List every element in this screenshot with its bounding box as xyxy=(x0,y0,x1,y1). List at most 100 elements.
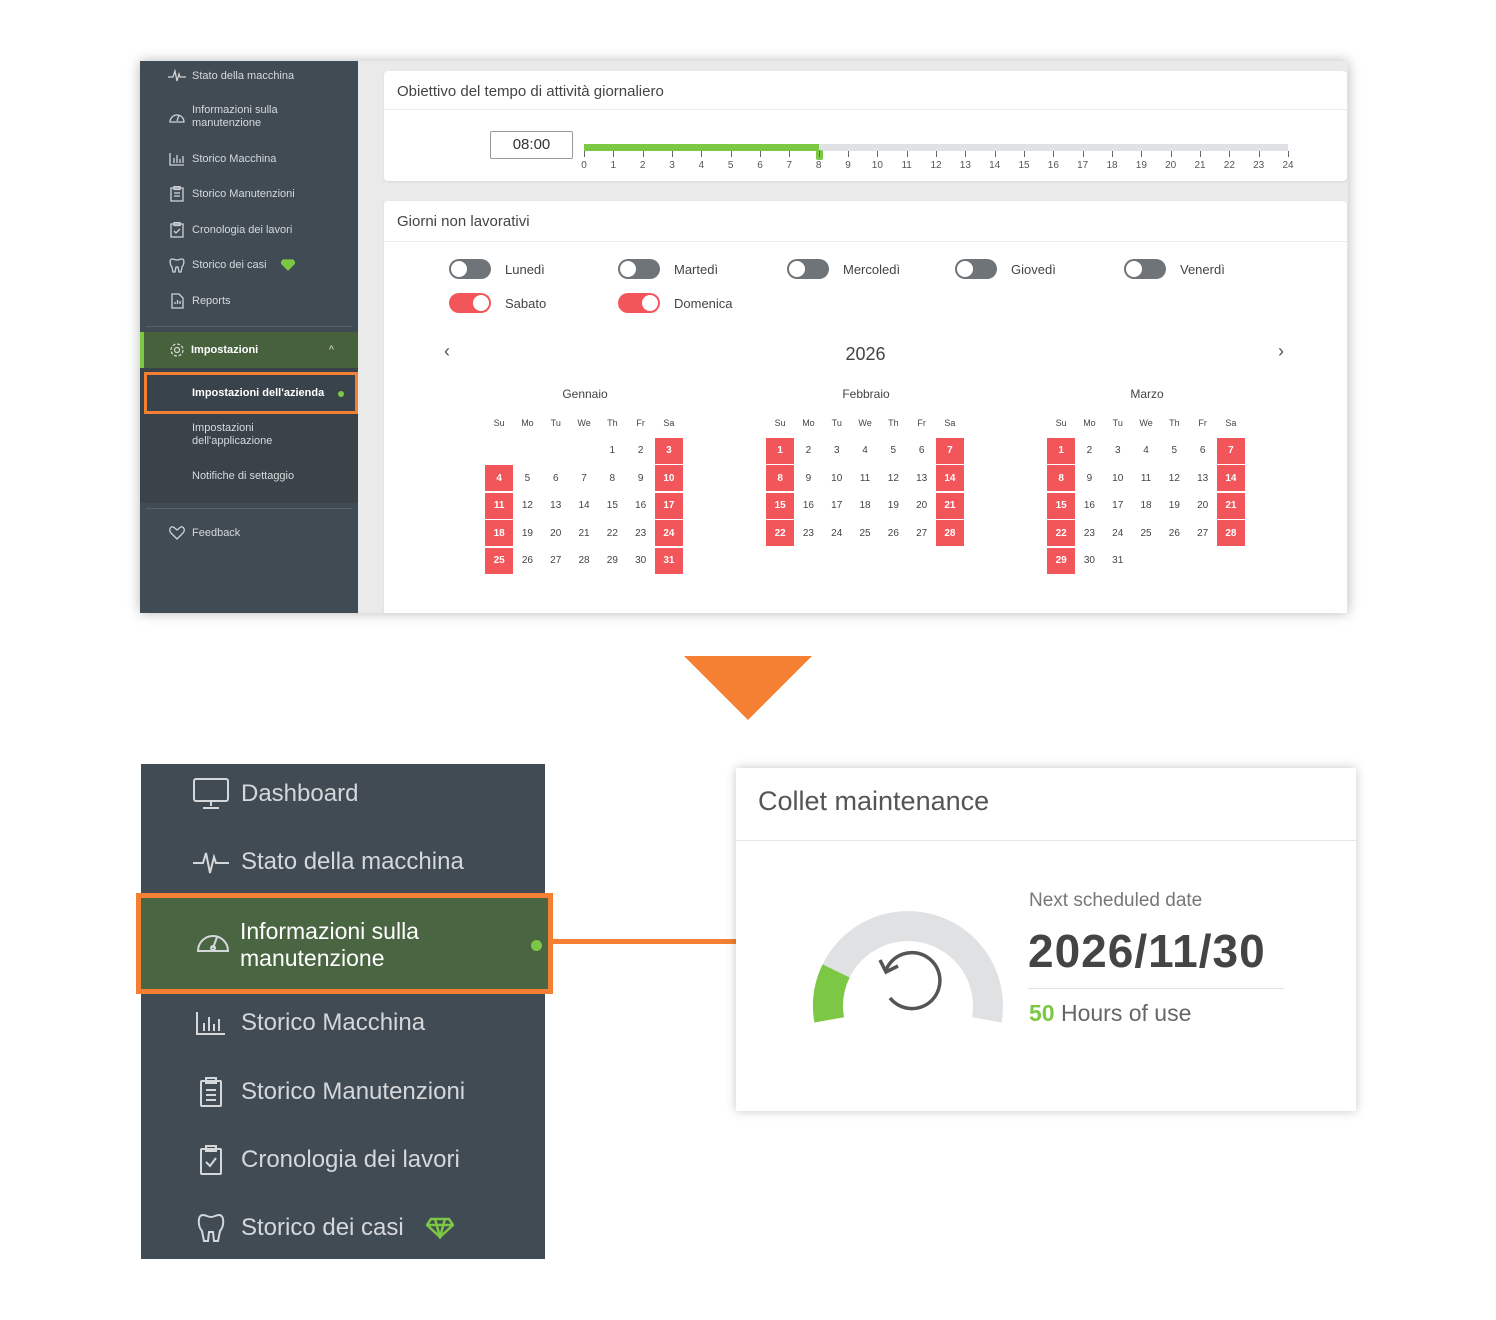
calendar-day[interactable]: 3 xyxy=(654,437,683,465)
calendar-day[interactable]: 1 xyxy=(1047,437,1076,465)
sidebar-item-case-history[interactable]: Storico dei casi xyxy=(193,1210,454,1246)
calendar-day[interactable]: 6 xyxy=(542,465,570,493)
calendar-day[interactable]: 23 xyxy=(626,520,654,548)
calendar-day[interactable]: 20 xyxy=(907,492,935,520)
submenu-notification-settings[interactable]: Notifiche di settaggio xyxy=(192,470,294,483)
calendar-day[interactable]: 22 xyxy=(766,520,795,548)
calendar-day[interactable]: 14 xyxy=(935,465,964,493)
sidebar-item-feedback[interactable]: Feedback xyxy=(168,524,240,542)
calendar-day[interactable]: 27 xyxy=(907,520,935,548)
sidebar-item-machine-status[interactable]: Stato della macchina xyxy=(168,67,294,85)
day-toggle-switch[interactable] xyxy=(449,293,491,313)
sidebar-item-maintenance-history[interactable]: Storico Manutenzioni xyxy=(168,185,295,203)
calendar-day[interactable]: 29 xyxy=(1047,547,1076,575)
calendar-day[interactable]: 21 xyxy=(570,520,598,548)
calendar-day[interactable]: 13 xyxy=(907,465,935,493)
calendar-day[interactable]: 13 xyxy=(1188,465,1216,493)
calendar-day[interactable]: 3 xyxy=(823,437,851,465)
calendar-day[interactable]: 7 xyxy=(935,437,964,465)
calendar-day[interactable]: 24 xyxy=(1104,520,1132,548)
sidebar-item-case-history[interactable]: Storico dei casi xyxy=(168,256,295,274)
calendar-day[interactable]: 11 xyxy=(485,492,514,520)
toggle-5[interactable]: Sabato xyxy=(449,293,546,313)
calendar-day[interactable]: 27 xyxy=(542,547,570,575)
day-toggle-switch[interactable] xyxy=(618,259,660,279)
toggle-3[interactable]: Giovedì xyxy=(955,259,1056,279)
calendar-day[interactable]: 16 xyxy=(626,492,654,520)
calendar-day[interactable]: 7 xyxy=(1216,437,1245,465)
calendar-day[interactable]: 6 xyxy=(907,437,935,465)
day-toggle-switch[interactable] xyxy=(787,259,829,279)
calendar-day[interactable]: 18 xyxy=(485,520,514,548)
calendar-day[interactable]: 5 xyxy=(879,437,907,465)
calendar-day[interactable]: 15 xyxy=(766,492,795,520)
calendar-day[interactable]: 26 xyxy=(879,520,907,548)
calendar-day[interactable]: 31 xyxy=(654,547,683,575)
calendar-day[interactable]: 28 xyxy=(570,547,598,575)
calendar-day[interactable]: 24 xyxy=(823,520,851,548)
sidebar-item-maintenance-history[interactable]: Storico Manutenzioni xyxy=(193,1074,465,1110)
calendar-day[interactable]: 10 xyxy=(823,465,851,493)
calendar-day[interactable]: 11 xyxy=(1132,465,1160,493)
toggle-6[interactable]: Domenica xyxy=(618,293,733,313)
calendar-day[interactable]: 2 xyxy=(1075,437,1103,465)
calendar-day[interactable]: 21 xyxy=(935,492,964,520)
calendar-day[interactable]: 8 xyxy=(598,465,626,493)
calendar-day[interactable]: 13 xyxy=(542,492,570,520)
sidebar-item-reports[interactable]: Reports xyxy=(168,292,231,310)
calendar-day[interactable]: 23 xyxy=(1075,520,1103,548)
calendar-day[interactable]: 27 xyxy=(1188,520,1216,548)
calendar-day[interactable]: 9 xyxy=(794,465,822,493)
toggle-1[interactable]: Martedì xyxy=(618,259,718,279)
calendar-day[interactable]: 25 xyxy=(1132,520,1160,548)
calendar-day[interactable]: 30 xyxy=(1075,547,1103,575)
calendar-day[interactable]: 23 xyxy=(794,520,822,548)
sidebar-item-maintenance-info-highlighted[interactable]: Informazioni sulla manutenzione xyxy=(136,893,553,994)
calendar-day[interactable]: 10 xyxy=(1104,465,1132,493)
calendar-day[interactable]: 14 xyxy=(570,492,598,520)
calendar-day[interactable]: 17 xyxy=(654,492,683,520)
sidebar-item-dashboard[interactable]: Dashboard xyxy=(193,776,358,812)
calendar-day[interactable]: 2 xyxy=(794,437,822,465)
calendar-day[interactable]: 15 xyxy=(1047,492,1076,520)
calendar-day[interactable]: 20 xyxy=(1188,492,1216,520)
calendar-day[interactable]: 28 xyxy=(1216,520,1245,548)
calendar-day[interactable]: 21 xyxy=(1216,492,1245,520)
calendar-day[interactable]: 18 xyxy=(1132,492,1160,520)
calendar-day[interactable]: 10 xyxy=(654,465,683,493)
calendar-day[interactable]: 8 xyxy=(766,465,795,493)
calendar-day[interactable]: 20 xyxy=(542,520,570,548)
calendar-day[interactable]: 15 xyxy=(598,492,626,520)
toggle-2[interactable]: Mercoledì xyxy=(787,259,900,279)
calendar-day[interactable]: 4 xyxy=(851,437,879,465)
submenu-company-settings[interactable]: Impostazioni dell'azienda xyxy=(144,372,358,414)
day-toggle-switch[interactable] xyxy=(955,259,997,279)
calendar-day[interactable]: 24 xyxy=(654,520,683,548)
calendar-day[interactable]: 8 xyxy=(1047,465,1076,493)
calendar-day[interactable]: 25 xyxy=(485,547,514,575)
calendar-day[interactable]: 12 xyxy=(1160,465,1188,493)
calendar-day[interactable]: 4 xyxy=(1132,437,1160,465)
calendar-day[interactable]: 9 xyxy=(1075,465,1103,493)
sidebar-item-settings[interactable]: Impostazioni ^ xyxy=(140,332,358,368)
calendar-day[interactable]: 3 xyxy=(1104,437,1132,465)
submenu-app-settings[interactable]: Impostazioni dell'applicazione xyxy=(192,422,302,448)
calendar-day[interactable]: 12 xyxy=(879,465,907,493)
calendar-day[interactable]: 19 xyxy=(513,520,541,548)
toggle-0[interactable]: Lunedì xyxy=(449,259,545,279)
calendar-day[interactable]: 17 xyxy=(823,492,851,520)
calendar-day[interactable]: 6 xyxy=(1188,437,1216,465)
uptime-slider[interactable] xyxy=(584,144,1288,160)
calendar-day[interactable]: 5 xyxy=(513,465,541,493)
calendar-day[interactable]: 17 xyxy=(1104,492,1132,520)
calendar-day[interactable]: 29 xyxy=(598,547,626,575)
calendar-day[interactable]: 16 xyxy=(794,492,822,520)
calendar-day[interactable]: 16 xyxy=(1075,492,1103,520)
calendar-day[interactable]: 14 xyxy=(1216,465,1245,493)
calendar-day[interactable]: 2 xyxy=(626,437,654,465)
calendar-day[interactable]: 26 xyxy=(1160,520,1188,548)
calendar-day[interactable]: 1 xyxy=(598,437,626,465)
calendar-day[interactable]: 11 xyxy=(851,465,879,493)
calendar-day[interactable]: 31 xyxy=(1104,547,1132,575)
calendar-day[interactable]: 1 xyxy=(766,437,795,465)
